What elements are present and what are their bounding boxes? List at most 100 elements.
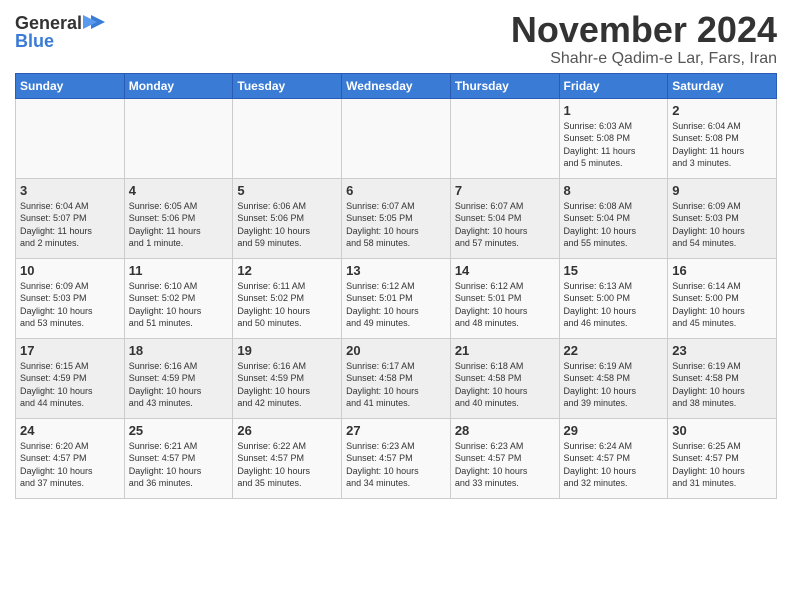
logo-general: General bbox=[15, 14, 82, 32]
day-number: 28 bbox=[455, 423, 555, 438]
day-number: 6 bbox=[346, 183, 446, 198]
day-info: Sunrise: 6:16 AM Sunset: 4:59 PM Dayligh… bbox=[237, 360, 337, 410]
day-number: 23 bbox=[672, 343, 772, 358]
cell-3-3: 20 Sunrise: 6:17 AM Sunset: 4:58 PM Dayli… bbox=[342, 338, 451, 418]
header-row: General Blue November 2024 Shahr-e Qadim… bbox=[15, 10, 777, 68]
day-number: 19 bbox=[237, 343, 337, 358]
day-number: 25 bbox=[129, 423, 229, 438]
day-number: 7 bbox=[455, 183, 555, 198]
day-number: 5 bbox=[237, 183, 337, 198]
day-number: 20 bbox=[346, 343, 446, 358]
day-number: 21 bbox=[455, 343, 555, 358]
day-info: Sunrise: 6:15 AM Sunset: 4:59 PM Dayligh… bbox=[20, 360, 120, 410]
day-info: Sunrise: 6:09 AM Sunset: 5:03 PM Dayligh… bbox=[20, 280, 120, 330]
day-info: Sunrise: 6:19 AM Sunset: 4:58 PM Dayligh… bbox=[564, 360, 664, 410]
day-info: Sunrise: 6:24 AM Sunset: 4:57 PM Dayligh… bbox=[564, 440, 664, 490]
month-title: November 2024 bbox=[511, 10, 777, 50]
day-number: 22 bbox=[564, 343, 664, 358]
calendar-table: Sunday Monday Tuesday Wednesday Thursday… bbox=[15, 73, 777, 499]
cell-2-2: 12 Sunrise: 6:11 AM Sunset: 5:02 PM Dayli… bbox=[233, 258, 342, 338]
week-row-4: 17Sunrise: 6:15 AM Sunset: 4:59 PM Dayli… bbox=[16, 338, 777, 418]
day-info: Sunrise: 6:19 AM Sunset: 4:58 PM Dayligh… bbox=[672, 360, 772, 410]
logo-icon bbox=[83, 13, 105, 31]
header-friday: Friday bbox=[559, 73, 668, 98]
day-info: Sunrise: 6:04 AM Sunset: 5:08 PM Dayligh… bbox=[672, 120, 772, 170]
day-info: Sunrise: 6:08 AM Sunset: 5:04 PM Dayligh… bbox=[564, 200, 664, 250]
cell-1-1: 4 Sunrise: 6:05 AM Sunset: 5:06 PM Daylig… bbox=[124, 178, 233, 258]
day-number: 24 bbox=[20, 423, 120, 438]
cell-3-5: 22 Sunrise: 6:19 AM Sunset: 4:58 PM Dayli… bbox=[559, 338, 668, 418]
cell-1-6: 9 Sunrise: 6:09 AM Sunset: 5:03 PM Daylig… bbox=[668, 178, 777, 258]
cell-1-0: 3 Sunrise: 6:04 AM Sunset: 5:07 PM Daylig… bbox=[16, 178, 125, 258]
day-info: Sunrise: 6:20 AM Sunset: 4:57 PM Dayligh… bbox=[20, 440, 120, 490]
day-number: 18 bbox=[129, 343, 229, 358]
cell-0-5: 1Sunrise: 6:03 AM Sunset: 5:08 PM Daylig… bbox=[559, 98, 668, 178]
cell-4-6: 30 Sunrise: 6:25 AM Sunset: 4:57 PM Dayli… bbox=[668, 418, 777, 498]
day-number: 29 bbox=[564, 423, 664, 438]
day-number: 12 bbox=[237, 263, 337, 278]
day-info: Sunrise: 6:18 AM Sunset: 4:58 PM Dayligh… bbox=[455, 360, 555, 410]
day-info: Sunrise: 6:09 AM Sunset: 5:03 PM Dayligh… bbox=[672, 200, 772, 250]
cell-0-3 bbox=[342, 98, 451, 178]
header-tuesday: Tuesday bbox=[233, 73, 342, 98]
day-info: Sunrise: 6:23 AM Sunset: 4:57 PM Dayligh… bbox=[346, 440, 446, 490]
day-number: 27 bbox=[346, 423, 446, 438]
cell-1-5: 8 Sunrise: 6:08 AM Sunset: 5:04 PM Daylig… bbox=[559, 178, 668, 258]
day-info: Sunrise: 6:23 AM Sunset: 4:57 PM Dayligh… bbox=[455, 440, 555, 490]
cell-3-1: 18Sunrise: 6:16 AM Sunset: 4:59 PM Dayli… bbox=[124, 338, 233, 418]
day-number: 16 bbox=[672, 263, 772, 278]
cell-0-0 bbox=[16, 98, 125, 178]
cell-2-1: 11Sunrise: 6:10 AM Sunset: 5:02 PM Dayli… bbox=[124, 258, 233, 338]
day-number: 3 bbox=[20, 183, 120, 198]
cell-4-0: 24 Sunrise: 6:20 AM Sunset: 4:57 PM Dayli… bbox=[16, 418, 125, 498]
cell-3-6: 23 Sunrise: 6:19 AM Sunset: 4:58 PM Dayli… bbox=[668, 338, 777, 418]
day-info: Sunrise: 6:11 AM Sunset: 5:02 PM Dayligh… bbox=[237, 280, 337, 330]
day-info: Sunrise: 6:22 AM Sunset: 4:57 PM Dayligh… bbox=[237, 440, 337, 490]
cell-4-2: 26 Sunrise: 6:22 AM Sunset: 4:57 PM Dayli… bbox=[233, 418, 342, 498]
day-info: Sunrise: 6:13 AM Sunset: 5:00 PM Dayligh… bbox=[564, 280, 664, 330]
day-number: 8 bbox=[564, 183, 664, 198]
header-saturday: Saturday bbox=[668, 73, 777, 98]
calendar-container: General Blue November 2024 Shahr-e Qadim… bbox=[0, 0, 792, 504]
cell-4-1: 25 Sunrise: 6:21 AM Sunset: 4:57 PM Dayli… bbox=[124, 418, 233, 498]
header-monday: Monday bbox=[124, 73, 233, 98]
cell-4-4: 28 Sunrise: 6:23 AM Sunset: 4:57 PM Dayli… bbox=[450, 418, 559, 498]
day-number: 14 bbox=[455, 263, 555, 278]
day-number: 11 bbox=[129, 263, 229, 278]
day-number: 9 bbox=[672, 183, 772, 198]
day-number: 26 bbox=[237, 423, 337, 438]
day-number: 15 bbox=[564, 263, 664, 278]
cell-2-5: 15 Sunrise: 6:13 AM Sunset: 5:00 PM Dayli… bbox=[559, 258, 668, 338]
cell-1-3: 6 Sunrise: 6:07 AM Sunset: 5:05 PM Daylig… bbox=[342, 178, 451, 258]
day-info: Sunrise: 6:25 AM Sunset: 4:57 PM Dayligh… bbox=[672, 440, 772, 490]
cell-0-4 bbox=[450, 98, 559, 178]
cell-1-4: 7Sunrise: 6:07 AM Sunset: 5:04 PM Daylig… bbox=[450, 178, 559, 258]
cell-4-5: 29 Sunrise: 6:24 AM Sunset: 4:57 PM Dayli… bbox=[559, 418, 668, 498]
location-title: Shahr-e Qadim-e Lar, Fars, Iran bbox=[511, 50, 777, 68]
day-info: Sunrise: 6:05 AM Sunset: 5:06 PM Dayligh… bbox=[129, 200, 229, 250]
day-info: Sunrise: 6:06 AM Sunset: 5:06 PM Dayligh… bbox=[237, 200, 337, 250]
day-number: 1 bbox=[564, 103, 664, 118]
header-row-days: Sunday Monday Tuesday Wednesday Thursday… bbox=[16, 73, 777, 98]
day-info: Sunrise: 6:12 AM Sunset: 5:01 PM Dayligh… bbox=[346, 280, 446, 330]
day-number: 30 bbox=[672, 423, 772, 438]
day-number: 2 bbox=[672, 103, 772, 118]
day-info: Sunrise: 6:07 AM Sunset: 5:05 PM Dayligh… bbox=[346, 200, 446, 250]
day-number: 4 bbox=[129, 183, 229, 198]
cell-4-3: 27 Sunrise: 6:23 AM Sunset: 4:57 PM Dayli… bbox=[342, 418, 451, 498]
cell-3-4: 21 Sunrise: 6:18 AM Sunset: 4:58 PM Dayli… bbox=[450, 338, 559, 418]
week-row-2: 3 Sunrise: 6:04 AM Sunset: 5:07 PM Daylig… bbox=[16, 178, 777, 258]
header-wednesday: Wednesday bbox=[342, 73, 451, 98]
cell-0-1 bbox=[124, 98, 233, 178]
cell-3-2: 19 Sunrise: 6:16 AM Sunset: 4:59 PM Dayli… bbox=[233, 338, 342, 418]
cell-2-4: 14 Sunrise: 6:12 AM Sunset: 5:01 PM Dayli… bbox=[450, 258, 559, 338]
day-info: Sunrise: 6:21 AM Sunset: 4:57 PM Dayligh… bbox=[129, 440, 229, 490]
day-info: Sunrise: 6:12 AM Sunset: 5:01 PM Dayligh… bbox=[455, 280, 555, 330]
day-info: Sunrise: 6:04 AM Sunset: 5:07 PM Dayligh… bbox=[20, 200, 120, 250]
cell-0-2 bbox=[233, 98, 342, 178]
day-number: 10 bbox=[20, 263, 120, 278]
day-info: Sunrise: 6:17 AM Sunset: 4:58 PM Dayligh… bbox=[346, 360, 446, 410]
header-sunday: Sunday bbox=[16, 73, 125, 98]
day-number: 13 bbox=[346, 263, 446, 278]
logo: General Blue bbox=[15, 14, 105, 50]
